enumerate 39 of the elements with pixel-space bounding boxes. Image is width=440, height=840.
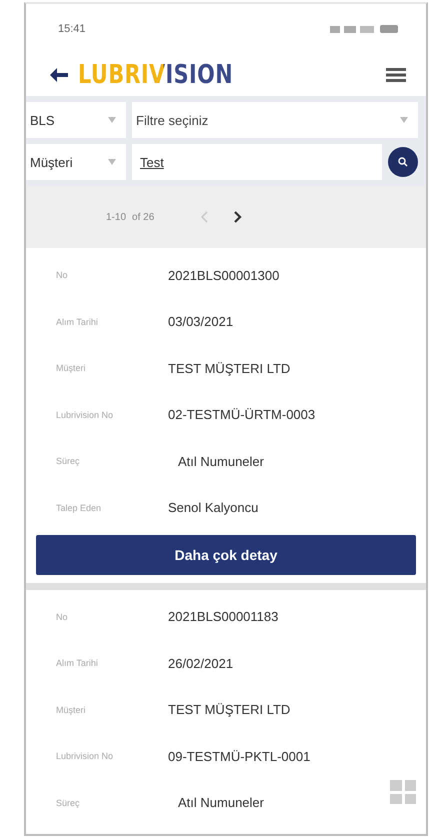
field-value: TEST MÜŞTERI LTD <box>168 360 290 376</box>
menu-icon[interactable] <box>386 68 406 82</box>
page-total: of 26 <box>132 212 154 222</box>
field-value: 03/03/2021 <box>168 314 234 330</box>
search-button[interactable] <box>388 147 418 178</box>
field-label: Süreç <box>55 456 81 466</box>
field-label: Müşteri <box>55 363 87 374</box>
next-page-button[interactable] <box>234 211 242 223</box>
field-label: Alım Tarihi <box>55 316 99 327</box>
caret-icon <box>108 159 116 166</box>
field-value: 2021BLS00001300 <box>168 268 280 283</box>
field-label: Alım Tarihi <box>55 658 99 668</box>
dropdown[interactable]: Filtre seçiniz <box>132 102 418 138</box>
dropdown[interactable]: BLS <box>26 102 126 138</box>
field-label: Lubrivision No <box>55 410 114 420</box>
battery-icon <box>380 24 398 33</box>
field-label: Talep Eden <box>55 502 102 513</box>
field-value: 02-TESTMÜ-ÜRTM-0003 <box>168 407 316 422</box>
field-value: 2021BLS00001183 <box>168 609 278 624</box>
field-label: Müşteri <box>55 704 87 715</box>
dropdown[interactable]: Müşteri <box>26 144 126 180</box>
field-label: No <box>55 612 69 622</box>
field-label: Lubrivision No <box>55 751 114 762</box>
field-value: 09-TESTMÜ-PKTL-0001 <box>168 748 310 764</box>
details-button[interactable]: Daha çok detay <box>36 534 416 575</box>
back-arrow-icon[interactable] <box>50 68 68 82</box>
field-value: 26/02/2021 <box>168 656 234 671</box>
field-label: Süreç <box>55 798 81 808</box>
search-icon <box>398 157 408 168</box>
field-value: Atıl Numuneler <box>177 795 264 810</box>
page-range: 1-10 <box>106 212 126 222</box>
caret-icon <box>108 117 116 124</box>
field-value: Senol Kalyoncu <box>168 500 258 516</box>
search-field[interactable]: Test <box>132 144 382 180</box>
field-label: No <box>55 270 69 280</box>
caret-icon <box>400 117 408 124</box>
field-value: TEST MÜŞTERI LTD <box>168 702 290 718</box>
field-value: Atıl Numuneler <box>177 454 264 469</box>
status-time: 15:41 <box>58 22 86 35</box>
